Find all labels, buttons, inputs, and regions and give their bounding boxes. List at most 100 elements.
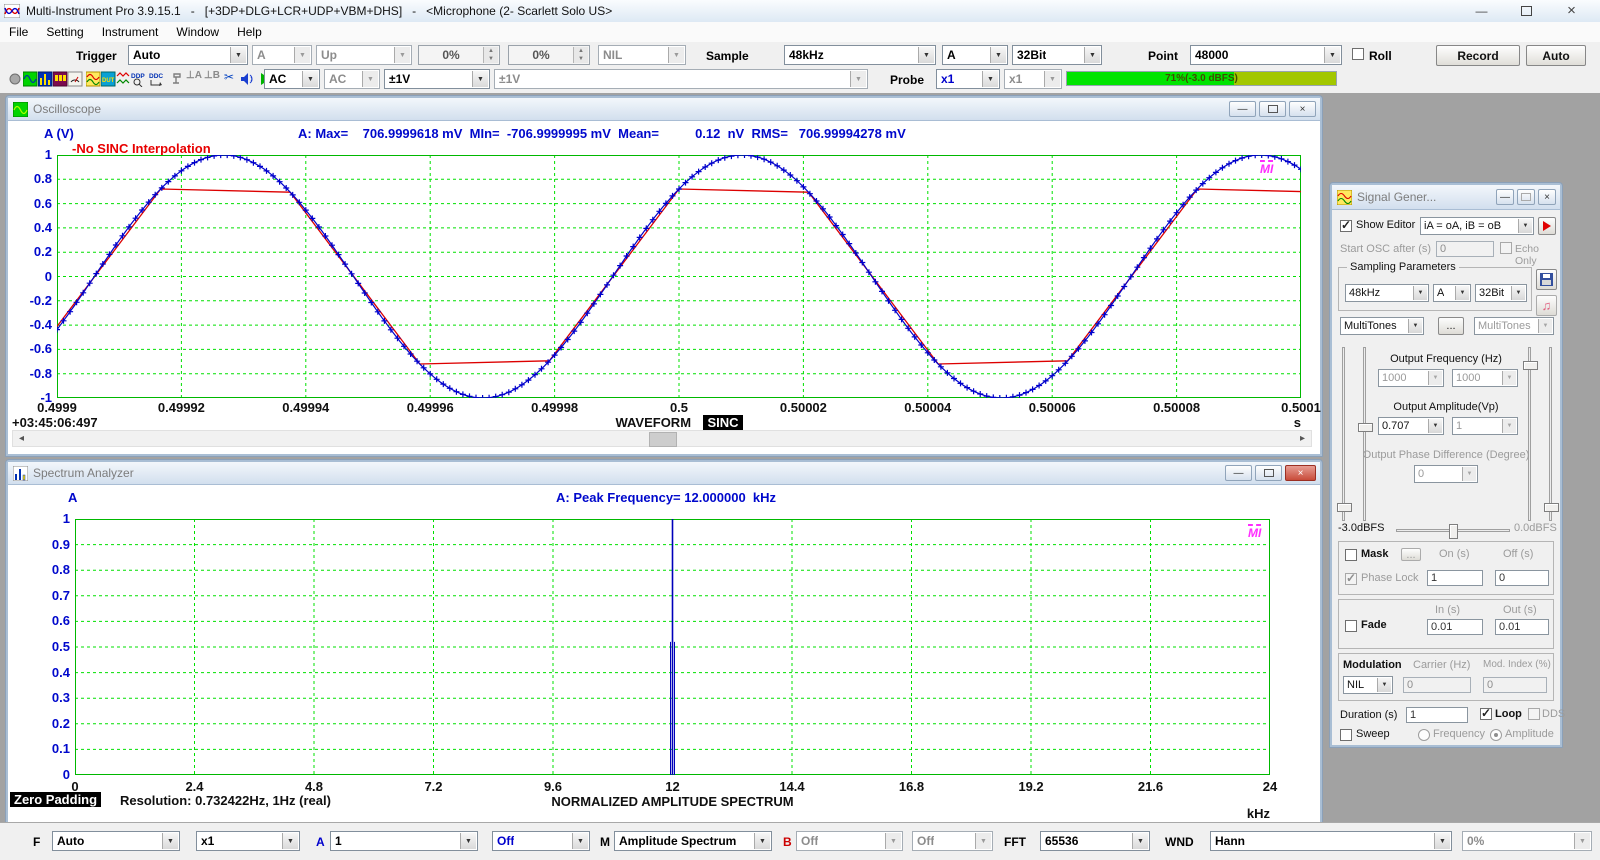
spin-up-icon[interactable]: ▲ [484,47,498,55]
amp-b-slider[interactable] [1549,347,1552,521]
device-test-plan-icon[interactable] [68,70,83,87]
ddp-viewer-icon[interactable]: DDP [131,70,146,87]
dut-icon[interactable]: DUT [101,70,116,87]
stop-icon[interactable] [8,70,23,87]
siggen-run-button[interactable] [1538,217,1556,235]
coupling-a-select[interactable]: AC▼ [264,69,320,89]
derived-curve-icon[interactable] [116,70,131,87]
osc-sinc-badge[interactable]: SINC [703,415,742,430]
freq-a-slider[interactable] [1342,347,1345,521]
oscilloscope-icon[interactable] [23,70,38,87]
spin-down-icon[interactable]: ▼ [484,55,498,63]
amp-a-slider[interactable] [1363,347,1366,521]
ground-a-icon[interactable]: ⊥A [186,70,201,87]
coupling-b-select[interactable]: AC▼ [324,69,380,89]
fft-size-select[interactable]: 65536▼ [1040,831,1150,851]
siggen-titlebar[interactable]: Signal Gener... — × [1332,185,1560,210]
maximize-icon[interactable] [1504,0,1549,21]
fade-in-input[interactable] [1427,619,1483,635]
freq-b-select[interactable]: 1000▼ [1452,369,1518,387]
slider-thumb[interactable] [1358,423,1373,432]
menu-file[interactable]: File [0,22,37,42]
b-display-select[interactable]: Off▼ [796,831,903,851]
auto-scale-button[interactable]: Auto [1526,45,1586,66]
menu-help[interactable]: Help [228,22,271,42]
panel-minimize-icon[interactable]: — [1496,189,1514,205]
analysis-mode-select[interactable]: Amplitude Spectrum▼ [614,831,772,851]
trigger-delay-spinner[interactable]: 0%▲▼ [508,45,590,65]
panel-close-icon[interactable]: × [1538,189,1556,205]
mod-index-input[interactable] [1483,677,1547,693]
spin-up-icon[interactable]: ▲ [574,47,588,55]
duration-input[interactable] [1406,707,1468,723]
trigger-edge-select[interactable]: Up▼ [316,45,412,65]
probe-a-select[interactable]: x1▼ [936,69,1000,89]
freq-a-select[interactable]: 1000▼ [1378,369,1444,387]
scroll-right-icon[interactable]: ▸ [1294,431,1311,446]
start-osc-input[interactable] [1436,241,1494,257]
slider-thumb[interactable] [1337,503,1352,512]
panel-maximize-icon[interactable] [1255,465,1282,481]
sweep-amplitude-radio[interactable] [1490,729,1502,741]
waveform-a-select[interactable]: MultiTones▼ [1340,317,1424,335]
menu-instrument[interactable]: Instrument [93,22,168,42]
dds-checkbox[interactable] [1528,708,1540,720]
carrier-input[interactable] [1403,677,1471,693]
trigger-rejection-select[interactable]: NIL▼ [598,45,686,65]
sampling-rate-select[interactable]: 48kHz▼ [784,45,936,65]
siggen-channel-select[interactable]: A▼ [1433,284,1471,302]
siggen-rate-select[interactable]: 48kHz▼ [1345,284,1429,302]
input-device-icon[interactable] [170,70,185,87]
panel-minimize-icon[interactable]: — [1225,465,1252,481]
b-display2-select[interactable]: Off▼ [912,831,993,851]
panel-maximize-icon[interactable] [1517,189,1535,205]
x-axis-select[interactable]: Auto▼ [52,831,180,851]
mask-checkbox[interactable] [1345,549,1357,561]
panel-close-icon[interactable]: × [1285,465,1316,481]
ddc-viewer-icon[interactable]: DDC [149,70,164,87]
menu-setting[interactable]: Setting [37,22,92,42]
panel-maximize-icon[interactable] [1259,101,1286,117]
waveform-more-button[interactable]: ... [1438,317,1464,335]
calibration-icon[interactable]: ✂ [224,70,239,87]
probe-b-select[interactable]: x1▼ [1004,69,1062,89]
fade-checkbox[interactable] [1345,620,1357,632]
record-points-select[interactable]: 48000▼ [1190,45,1342,65]
record-button[interactable]: Record [1436,45,1520,66]
overlap-select[interactable]: 0%▼ [1462,831,1592,851]
amp-a-select[interactable]: 0.707▼ [1378,417,1444,435]
mask-on-input[interactable] [1427,570,1483,586]
panel-close-icon[interactable]: × [1289,101,1316,117]
spin-down-icon[interactable]: ▼ [574,55,588,63]
panel-minimize-icon[interactable]: — [1229,101,1256,117]
minimize-icon[interactable]: — [1459,0,1504,21]
siggen-bits-select[interactable]: 32Bit▼ [1475,284,1527,302]
spectrum-titlebar[interactable]: Spectrum Analyzer — × [8,462,1320,485]
trigger-source-select[interactable]: A▼ [252,45,312,65]
a-display-select[interactable]: Off▼ [492,831,590,851]
window-function-select[interactable]: Hann▼ [1210,831,1452,851]
slider-thumb[interactable] [1449,524,1458,539]
signal-generator-icon[interactable] [86,70,101,87]
range-a-select[interactable]: ±1V▼ [384,69,490,89]
x-zoom-select[interactable]: x1▼ [196,831,300,851]
routing-select[interactable]: iA = oA, iB = oB▼ [1420,217,1534,235]
sampling-channel-select[interactable]: A▼ [942,45,1008,65]
fade-out-input[interactable] [1495,619,1549,635]
close-icon[interactable]: × [1549,0,1594,21]
trigger-mode-select[interactable]: Auto▼ [128,45,248,65]
range-b-select[interactable]: ±1V▼ [494,69,868,89]
sweep-frequency-radio[interactable] [1418,729,1430,741]
phase-lock-checkbox[interactable] [1345,573,1357,585]
menu-window[interactable]: Window [167,22,228,42]
mask-off-input[interactable] [1495,570,1549,586]
modulation-select[interactable]: NIL▼ [1343,676,1393,694]
siggen-save-button[interactable] [1536,269,1557,290]
a-gain-select[interactable]: 1▼ [330,831,478,851]
echo-only-checkbox[interactable] [1500,242,1512,254]
slider-thumb[interactable] [1544,503,1559,512]
scroll-left-icon[interactable]: ◂ [13,431,30,446]
scrollbar-thumb[interactable] [649,432,677,447]
spectrum-analyzer-icon[interactable] [38,70,53,87]
sweep-checkbox[interactable] [1340,729,1352,741]
